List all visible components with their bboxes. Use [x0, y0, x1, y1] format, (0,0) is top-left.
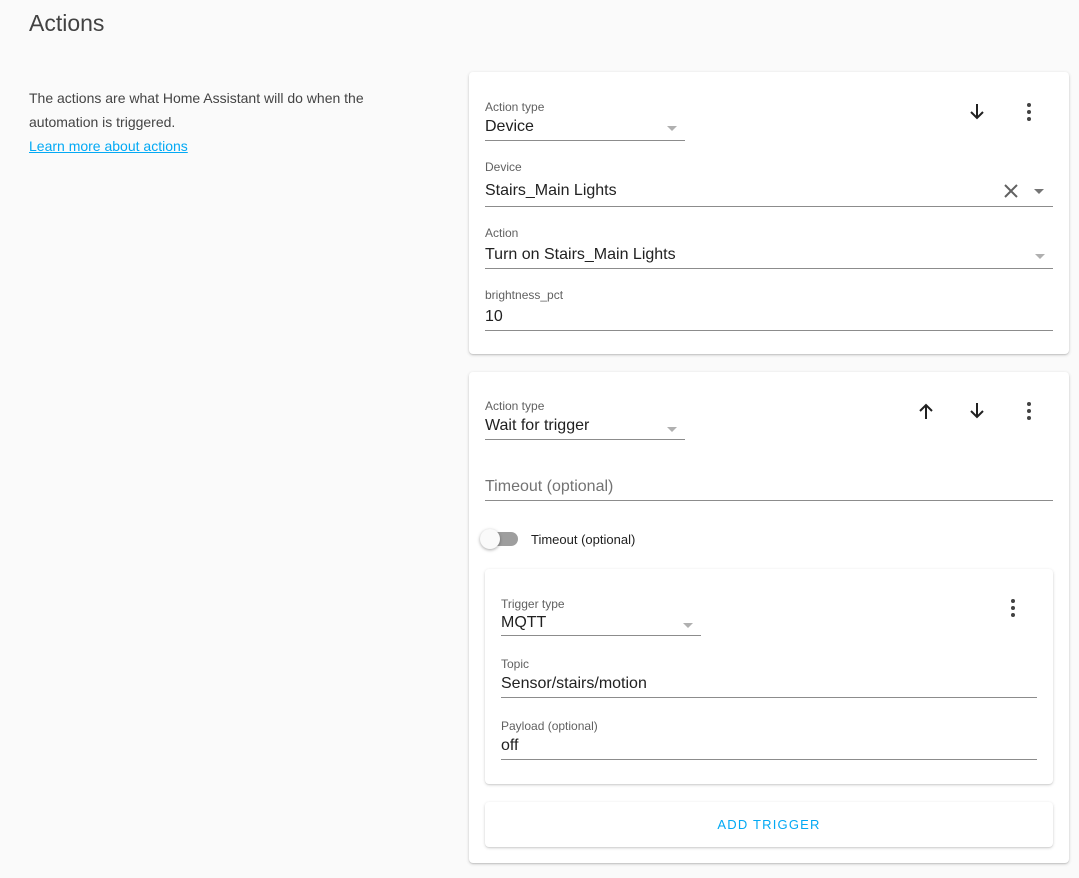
- topic-value: Sensor/stairs/motion: [501, 675, 647, 692]
- move-down-button[interactable]: [965, 399, 989, 423]
- device-label: Device: [485, 160, 522, 174]
- timeout-toggle[interactable]: [480, 528, 520, 550]
- timeout-placeholder: Timeout (optional): [485, 478, 614, 495]
- timeout-input[interactable]: Timeout (optional): [485, 472, 1053, 501]
- action-type-select[interactable]: Action type Wait for trigger: [485, 399, 685, 440]
- trigger-type-select[interactable]: Trigger type MQTT: [501, 597, 701, 636]
- arrow-down-icon: [970, 403, 984, 419]
- intro-text: The actions are what Home Assistant will…: [29, 90, 364, 130]
- action-menu-button[interactable]: [1017, 399, 1041, 423]
- payload-label: Payload (optional): [501, 719, 598, 733]
- dropdown-caret-icon[interactable]: [1035, 254, 1045, 259]
- trigger-menu-button[interactable]: [1001, 596, 1025, 620]
- more-vert-icon: [1011, 599, 1015, 617]
- brightness-label: brightness_pct: [485, 288, 564, 302]
- dropdown-caret-icon[interactable]: [1034, 189, 1044, 194]
- intro-section: The actions are what Home Assistant will…: [29, 86, 429, 158]
- add-trigger-card: ADD TRIGGER: [485, 802, 1053, 847]
- more-vert-icon: [1027, 402, 1031, 420]
- action-card-device: Action type Device Device Stairs_Main Li…: [469, 72, 1069, 354]
- payload-input[interactable]: Payload (optional) off: [501, 719, 1037, 760]
- action-card-wait-for-trigger: Action type Wait for trigger Timeout (op…: [469, 372, 1069, 863]
- arrow-down-icon: [970, 104, 984, 120]
- dropdown-caret-icon[interactable]: [683, 623, 693, 628]
- arrow-up-icon: [919, 403, 933, 419]
- timeout-toggle-label: Timeout (optional): [531, 532, 636, 547]
- move-up-button[interactable]: [914, 399, 938, 423]
- brightness-input[interactable]: brightness_pct 10: [485, 288, 1053, 331]
- device-select[interactable]: Device Stairs_Main Lights: [485, 160, 1053, 207]
- dropdown-caret-icon[interactable]: [667, 427, 677, 432]
- dropdown-caret-icon: [667, 126, 677, 131]
- action-type-label: Action type: [485, 399, 545, 413]
- action-select[interactable]: Action Turn on Stairs_Main Lights: [485, 226, 1053, 269]
- action-type-value: Wait for trigger: [485, 417, 590, 434]
- trigger-card-mqtt: Trigger type MQTT Topic Sensor/stairs/mo…: [485, 569, 1053, 784]
- device-clear-button[interactable]: [999, 179, 1023, 203]
- device-value: Stairs_Main Lights: [485, 182, 617, 199]
- trigger-type-value: MQTT: [501, 614, 547, 631]
- page-title: Actions: [29, 10, 105, 36]
- topic-input[interactable]: Topic Sensor/stairs/motion: [501, 657, 1037, 698]
- more-vert-icon: [1027, 103, 1031, 121]
- brightness-value: 10: [485, 308, 503, 325]
- move-down-button[interactable]: [965, 100, 989, 124]
- payload-value: off: [501, 737, 519, 754]
- learn-more-link[interactable]: Learn more about actions: [29, 138, 188, 154]
- action-menu-button[interactable]: [1017, 100, 1041, 124]
- trigger-type-label: Trigger type: [501, 597, 565, 611]
- clear-icon: [1004, 184, 1018, 198]
- action-type-select[interactable]: Action type Device: [485, 100, 685, 141]
- toggle-thumb: [480, 529, 500, 549]
- action-label: Action: [485, 226, 519, 240]
- action-value: Turn on Stairs_Main Lights: [485, 246, 676, 263]
- add-trigger-button[interactable]: ADD TRIGGER: [485, 817, 1053, 832]
- action-type-label: Action type: [485, 100, 545, 114]
- action-type-value: Device: [485, 118, 534, 135]
- topic-label: Topic: [501, 657, 530, 671]
